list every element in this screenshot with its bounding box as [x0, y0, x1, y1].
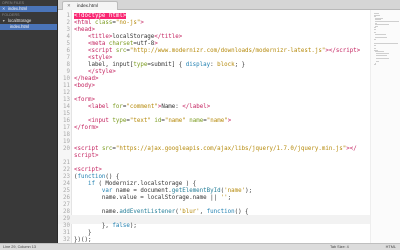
minimap-line: [375, 21, 399, 22]
cursor-position: Line 29, Column 13: [3, 245, 36, 249]
folder-file-item[interactable]: index.html: [0, 24, 57, 30]
code-editor[interactable]: 1 <!doctype html> 2 <html class="no-js"> 3 <h…: [58, 10, 400, 250]
minimap-line: [374, 64, 376, 66]
folder-file-label: index.html: [10, 24, 30, 29]
minimap[interactable]: [370, 10, 400, 243]
minimap-line: [374, 29, 376, 30]
minimap-line: [376, 61, 380, 62]
open-file-item[interactable]: ✕ index.html: [0, 6, 57, 12]
tab-label: index.html: [77, 3, 98, 8]
close-icon[interactable]: ✕: [2, 6, 5, 12]
tab-size-selector[interactable]: Tab Size: 4: [330, 244, 349, 250]
minimap-line: [376, 54, 388, 56]
tab-index-html[interactable]: ✕ index.html: [62, 1, 118, 10]
sidebar: OPEN FILES ✕ index.html FOLDERS ▼ localS…: [0, 0, 58, 243]
status-bar: Line 29, Column 13 Tab Size: 4 HTML: [0, 243, 400, 250]
minimap-line: [374, 38, 377, 40]
minimap-line: [375, 33, 386, 35]
open-file-label: index.html: [8, 6, 28, 11]
tab-close-icon[interactable]: ✕: [67, 2, 71, 10]
syntax-selector[interactable]: HTML: [386, 244, 396, 250]
minimap-line: [376, 57, 389, 59]
minimap-line: [374, 45, 377, 46]
minimap-line: [375, 37, 388, 38]
tab-bar: ✕ index.html: [58, 0, 400, 10]
minimap-line: [374, 43, 398, 45]
